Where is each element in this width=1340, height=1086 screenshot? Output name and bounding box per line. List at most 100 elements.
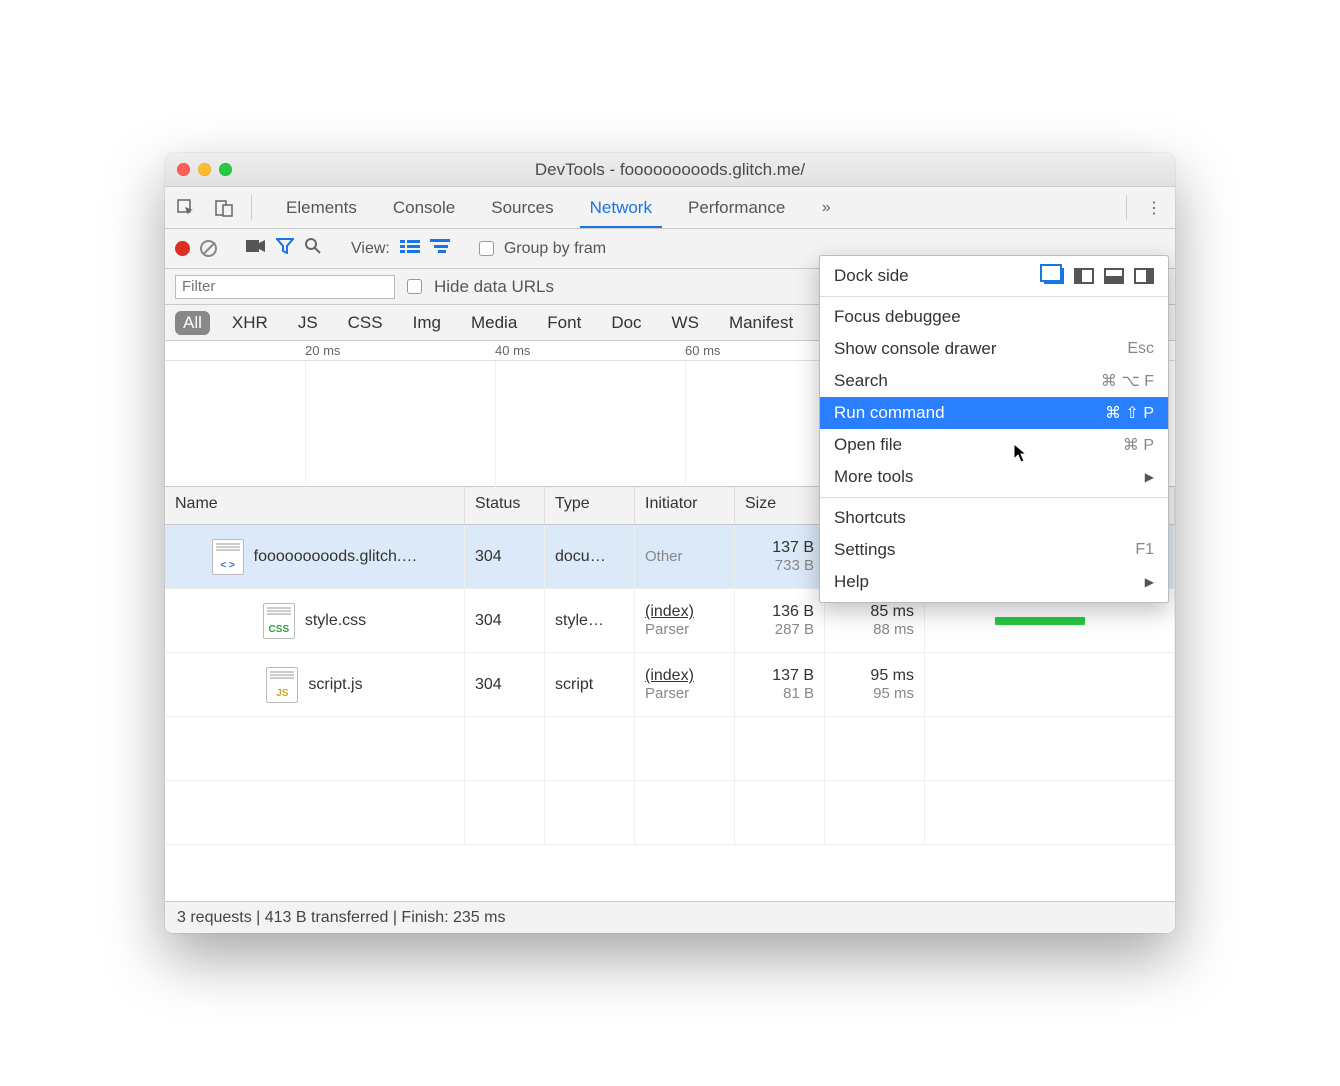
filter-input[interactable] — [175, 275, 395, 299]
type-filter-css[interactable]: CSS — [340, 311, 391, 335]
type-filter-media[interactable]: Media — [463, 311, 525, 335]
type-filter-js[interactable]: JS — [290, 311, 326, 335]
dock-bottom-icon[interactable] — [1104, 268, 1124, 284]
tab-sources[interactable]: Sources — [473, 187, 571, 228]
tab-performance[interactable]: Performance — [670, 187, 803, 228]
type-filter-ws[interactable]: WS — [664, 311, 707, 335]
column-size[interactable]: Size — [735, 487, 825, 524]
table-row[interactable]: JSscript.js304script(index)Parser137 B81… — [165, 653, 1175, 717]
timeline-tick: 60 ms — [685, 343, 720, 358]
tab-console[interactable]: Console — [375, 187, 473, 228]
cell-size: 137 B81 B — [735, 653, 825, 716]
group-checkbox[interactable] — [479, 241, 494, 256]
column-initiator[interactable]: Initiator — [635, 487, 735, 524]
window-title: DevTools - fooooooooods.glitch.me/ — [165, 160, 1175, 180]
minimize-window-button[interactable] — [198, 163, 211, 176]
menu-item-run-command[interactable]: Run command⌘ ⇧ P — [820, 397, 1168, 429]
menu-item-settings[interactable]: Settings F1 — [820, 534, 1168, 566]
status-bar: 3 requests | 413 B transferred | Finish:… — [165, 901, 1175, 933]
timeline-tick: 40 ms — [495, 343, 530, 358]
device-toolbar-icon[interactable] — [209, 187, 239, 228]
tabs-overflow-icon[interactable]: » — [811, 187, 841, 228]
initiator-parser: Parser — [645, 685, 724, 702]
type-filter-img[interactable]: Img — [405, 311, 449, 335]
menu-item-search[interactable]: Search⌘ ⌥ F — [820, 365, 1168, 397]
view-label: View: — [351, 240, 390, 258]
menu-item-label: Show console drawer — [834, 339, 997, 359]
cell-type: docu… — [545, 525, 635, 588]
menu-separator — [820, 497, 1168, 498]
menu-item-focus-debuggee[interactable]: Focus debuggee — [820, 301, 1168, 333]
timeline-tick: 20 ms — [305, 343, 340, 358]
file-css-icon: CSS — [263, 603, 295, 639]
cell-status: 304 — [465, 589, 545, 652]
cell-initiator: (index)Parser — [635, 653, 735, 716]
kebab-menu-icon[interactable]: ⋮ — [1139, 187, 1169, 228]
menu-shortcut: ⌘ P — [1123, 435, 1154, 455]
devtools-main-menu: Dock side Focus debuggeeShow console dra… — [819, 255, 1169, 603]
cell-size: 136 B287 B — [735, 589, 825, 652]
dock-left-icon[interactable] — [1074, 268, 1094, 284]
table-row-empty — [165, 781, 1175, 845]
menu-item-show-console-drawer[interactable]: Show console drawer Esc — [820, 333, 1168, 365]
tab-network[interactable]: Network — [572, 187, 670, 228]
hide-data-urls-checkbox[interactable] — [407, 279, 422, 294]
menu-shortcut: Esc — [1127, 340, 1154, 358]
inspect-element-icon[interactable] — [171, 187, 201, 228]
menu-shortcut: F1 — [1135, 541, 1154, 559]
submenu-arrow-icon: ▶ — [1145, 470, 1154, 484]
type-filter-all[interactable]: All — [175, 311, 210, 335]
devtools-window: DevTools - fooooooooods.glitch.me/ Eleme… — [165, 153, 1175, 933]
search-icon[interactable] — [304, 237, 322, 260]
group-label: Group by fram — [504, 240, 606, 258]
tab-elements[interactable]: Elements — [268, 187, 375, 228]
menu-item-shortcuts[interactable]: Shortcuts — [820, 502, 1168, 534]
initiator-parser: Parser — [645, 621, 724, 638]
cell-size: 137 B733 B — [735, 525, 825, 588]
record-button[interactable] — [175, 241, 190, 256]
type-filter-font[interactable]: Font — [539, 311, 589, 335]
menu-item-label: More tools — [834, 467, 913, 487]
zoom-window-button[interactable] — [219, 163, 232, 176]
separator — [1126, 195, 1127, 220]
cell-initiator: (index)Parser — [635, 589, 735, 652]
menu-item-label: Search — [834, 371, 888, 391]
menu-item-label: Settings — [834, 540, 895, 560]
hide-data-urls-label: Hide data URLs — [434, 277, 554, 297]
table-row-empty — [165, 717, 1175, 781]
menu-item-label: Shortcuts — [834, 508, 906, 528]
file-js-icon: JS — [266, 667, 298, 703]
menu-item-open-file[interactable]: Open file⌘ P — [820, 429, 1168, 461]
cell-type: style… — [545, 589, 635, 652]
submenu-arrow-icon: ▶ — [1145, 575, 1154, 589]
titlebar: DevTools - fooooooooods.glitch.me/ — [165, 153, 1175, 187]
type-filter-manifest[interactable]: Manifest — [721, 311, 801, 335]
initiator-link[interactable]: (index) — [645, 667, 724, 685]
initiator-link[interactable]: (index) — [645, 603, 724, 621]
cell-status: 304 — [465, 525, 545, 588]
request-name: fooooooooods.glitch.… — [254, 548, 418, 566]
menu-item-label: Focus debuggee — [834, 307, 961, 327]
separator — [251, 195, 252, 220]
request-name: style.css — [305, 612, 366, 630]
overview-icon[interactable] — [430, 239, 450, 258]
filter-toggle-icon[interactable] — [276, 238, 294, 259]
clear-button[interactable] — [200, 240, 217, 257]
column-name[interactable]: Name — [165, 487, 465, 524]
dock-icons — [1044, 268, 1154, 284]
dock-right-icon[interactable] — [1134, 268, 1154, 284]
menu-item-more-tools[interactable]: More tools ▶ — [820, 461, 1168, 493]
dock-undock-icon[interactable] — [1044, 268, 1064, 284]
menu-item-help[interactable]: Help ▶ — [820, 566, 1168, 598]
large-rows-icon[interactable] — [400, 239, 420, 258]
type-filter-xhr[interactable]: XHR — [224, 311, 276, 335]
file-html-icon: < > — [212, 539, 244, 575]
menu-item-label: Help — [834, 572, 869, 592]
type-filter-doc[interactable]: Doc — [603, 311, 649, 335]
request-name: script.js — [308, 676, 362, 694]
cell-status: 304 — [465, 653, 545, 716]
camera-icon[interactable] — [246, 239, 266, 258]
close-window-button[interactable] — [177, 163, 190, 176]
column-status[interactable]: Status — [465, 487, 545, 524]
column-type[interactable]: Type — [545, 487, 635, 524]
